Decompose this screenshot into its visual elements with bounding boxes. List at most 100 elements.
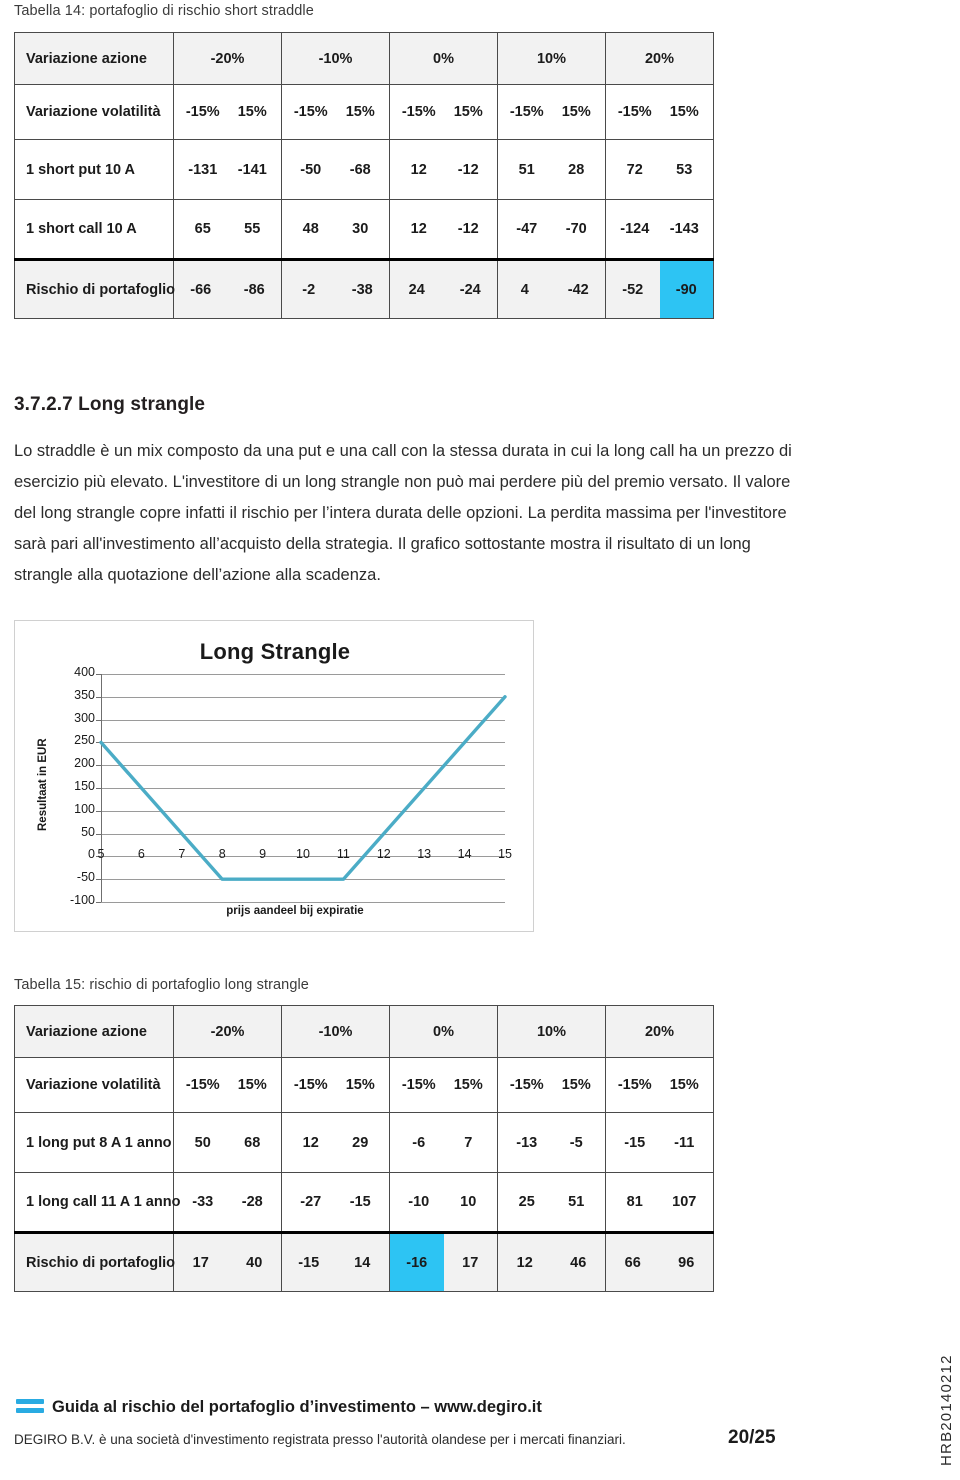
- degiro-logo-icon: [16, 1399, 44, 1413]
- table14-total-cell-2: 24 -24: [389, 258, 498, 319]
- table-cell-value: 17: [462, 1254, 479, 1271]
- table15-scenario-3: 10%: [497, 1005, 606, 1058]
- table14-volatility-value: -15%: [509, 104, 544, 120]
- table14-volatility-row: Variazione volatilità -15% 15% -15% 15% -15% 1…: [14, 84, 714, 140]
- table-cell-value: 12: [516, 1254, 533, 1271]
- table-cell-value: 81: [626, 1194, 643, 1210]
- table15-volatility-value: -15%: [509, 1077, 544, 1093]
- table14-total-row: Rischio di portafoglio -66 -86 -2 -38 24 -24 4 -…: [14, 258, 714, 319]
- table-cell-value: -28: [241, 1194, 263, 1210]
- table-cell-value: -10: [408, 1194, 430, 1210]
- table14-volatility-cell-3: -15% 15%: [497, 84, 606, 140]
- table14-row-label-1: 1 short call 10 A: [14, 199, 174, 260]
- table-row: 1 short call 10 A 65 55 48 30 12 -12 -47 -70 -124…: [14, 199, 714, 260]
- table15-volatility-value: 15%: [345, 1077, 375, 1093]
- document-page: Tabella 14: portafoglio di rischio short…: [0, 0, 960, 1480]
- table14-volatility-cell-2: -15% 15%: [389, 84, 498, 140]
- table14-volatility-value: 15%: [561, 104, 591, 120]
- table-cell-value: 53: [676, 161, 693, 178]
- table-cell-value: -33: [192, 1194, 214, 1210]
- table15-volatility-value: 15%: [669, 1077, 699, 1093]
- table-cell-value: 12: [410, 161, 427, 178]
- table15-row-1-cell-3: 25 51: [497, 1172, 606, 1233]
- table15: Variazione azione -20% -10% 0% 10% 20% Variazi…: [14, 1005, 714, 1292]
- table-cell-value: -47: [516, 221, 538, 237]
- table-cell-value: 50: [194, 1134, 211, 1151]
- table-cell-value: -42: [567, 281, 589, 298]
- table14-volatility-cell-1: -15% 15%: [281, 84, 390, 140]
- table-cell-value: 14: [354, 1254, 371, 1271]
- table14-volatility-value: 15%: [345, 104, 375, 120]
- table14-volatility-value: 15%: [237, 104, 267, 120]
- table-cell-value: -66: [190, 281, 212, 298]
- table-cell-value: -12: [457, 161, 479, 178]
- table15-total-cell-1: -15 14: [281, 1231, 390, 1292]
- table-cell-value: 51: [518, 161, 535, 178]
- table-cell-value: -12: [457, 221, 479, 237]
- table15-total-cell-2: -16 17: [389, 1231, 498, 1292]
- table14-row-0-cell-4: 72 53: [605, 139, 714, 200]
- table15-row-label-1: 1 long call 11 A 1 anno: [14, 1172, 180, 1233]
- table14-row-0-cell-0: -131 -141: [173, 139, 282, 200]
- chart-series-long-strangle: [99, 695, 507, 881]
- table15-row-0-cell-4: -15 -11: [605, 1112, 714, 1173]
- table-cell-value: -24: [459, 281, 481, 298]
- table14-scenario-0: -20%: [173, 32, 282, 85]
- table14-row-0-cell-3: 51 28: [497, 139, 606, 200]
- table15-volatility-value: -15%: [617, 1077, 652, 1093]
- section-paragraph: Lo straddle è un mix composto da una put…: [14, 442, 792, 584]
- table15-volatility-row: Variazione volatilità -15% 15% -15% 15% -15% 1…: [14, 1057, 714, 1113]
- table15-total-label: Rischio di portafoglio: [14, 1231, 175, 1292]
- table-cell-value: 30: [352, 221, 369, 237]
- table-row: 1 short put 10 A -131 -141 -50 -68 12 -12 51 28 7…: [14, 139, 714, 200]
- table-cell-value: 12: [410, 221, 427, 237]
- table-cell-value: -5: [569, 1134, 583, 1151]
- table14-caption: Tabella 14: portafoglio di rischio short…: [14, 3, 314, 19]
- table15-volatility-value: -15%: [185, 1077, 220, 1093]
- table-cell-value: 7: [464, 1134, 473, 1151]
- table-cell-value: -11: [674, 1134, 695, 1151]
- table-cell-value: 66: [624, 1254, 641, 1271]
- table-cell-value: -15: [624, 1134, 646, 1151]
- table14-row-1-cell-1: 48 30: [281, 199, 390, 260]
- page-number: 20/25: [728, 1427, 776, 1448]
- long-strangle-chart: Long Strangle Resultaat in EUR 400 350 300…: [14, 620, 534, 932]
- table15-header-label: Variazione azione: [14, 1005, 174, 1058]
- table15-scenario-1: -10%: [281, 1005, 390, 1058]
- table-cell-value: 107: [672, 1194, 697, 1210]
- table-cell-value: -15: [298, 1254, 320, 1271]
- footer-title: Guida al rischio del portafoglio d’inves…: [52, 1398, 542, 1416]
- table14-total-cell-0: -66 -86: [173, 258, 282, 319]
- table14-row-1-cell-2: 12 -12: [389, 199, 498, 260]
- table-cell-value: 25: [518, 1194, 535, 1210]
- table15-row-0-cell-3: -13 -5: [497, 1112, 606, 1173]
- table14-scenario-1: -10%: [281, 32, 390, 85]
- chart-plot-area: 400 350 300 250 200 150 100 50 0 -50 -100 5 6 7 8 9 10 11…: [15, 621, 535, 933]
- table-row: 1 long call 11 A 1 anno -33 -28 -27 -15 -10 10…: [14, 1172, 714, 1233]
- table15-volatility-value: 15%: [561, 1077, 591, 1093]
- table-cell-value: 65: [194, 221, 211, 237]
- table14: Variazione azione -20% -10% 0% 10% 20% Variazi…: [14, 32, 714, 319]
- table-cell-value: -2: [302, 281, 316, 298]
- table14-volatility-value: -15%: [401, 104, 436, 120]
- table15-row-label-0: 1 long put 8 A 1 anno: [14, 1112, 174, 1173]
- table14-row-0-cell-1: -50 -68: [281, 139, 390, 200]
- table-cell-value: 24: [408, 281, 425, 298]
- footer-disclaimer: DEGIRO B.V. è una società d'investimento…: [14, 1432, 626, 1447]
- table14-row-0-cell-2: 12 -12: [389, 139, 498, 200]
- table-cell-value: 17: [192, 1254, 209, 1271]
- table15-row-1-cell-0: -33 -28: [173, 1172, 282, 1233]
- table-cell-value: 12: [302, 1134, 319, 1151]
- table-cell-value: 72: [626, 161, 643, 178]
- table14-scenario-4: 20%: [605, 32, 714, 85]
- table-cell-value: -141: [237, 161, 267, 178]
- table-cell-value: 48: [302, 221, 319, 237]
- table-cell-value: 51: [568, 1194, 585, 1210]
- table14-total-cell-1: -2 -38: [281, 258, 390, 319]
- table-cell-value: -70: [565, 221, 587, 237]
- table-cell-value: -15: [349, 1194, 371, 1210]
- table14-volatility-value: 15%: [453, 104, 483, 120]
- table15-row-1-cell-2: -10 10: [389, 1172, 498, 1233]
- table15-row-0-cell-2: -6 7: [389, 1112, 498, 1173]
- table15-volatility-cell-0: -15% 15%: [173, 1057, 282, 1113]
